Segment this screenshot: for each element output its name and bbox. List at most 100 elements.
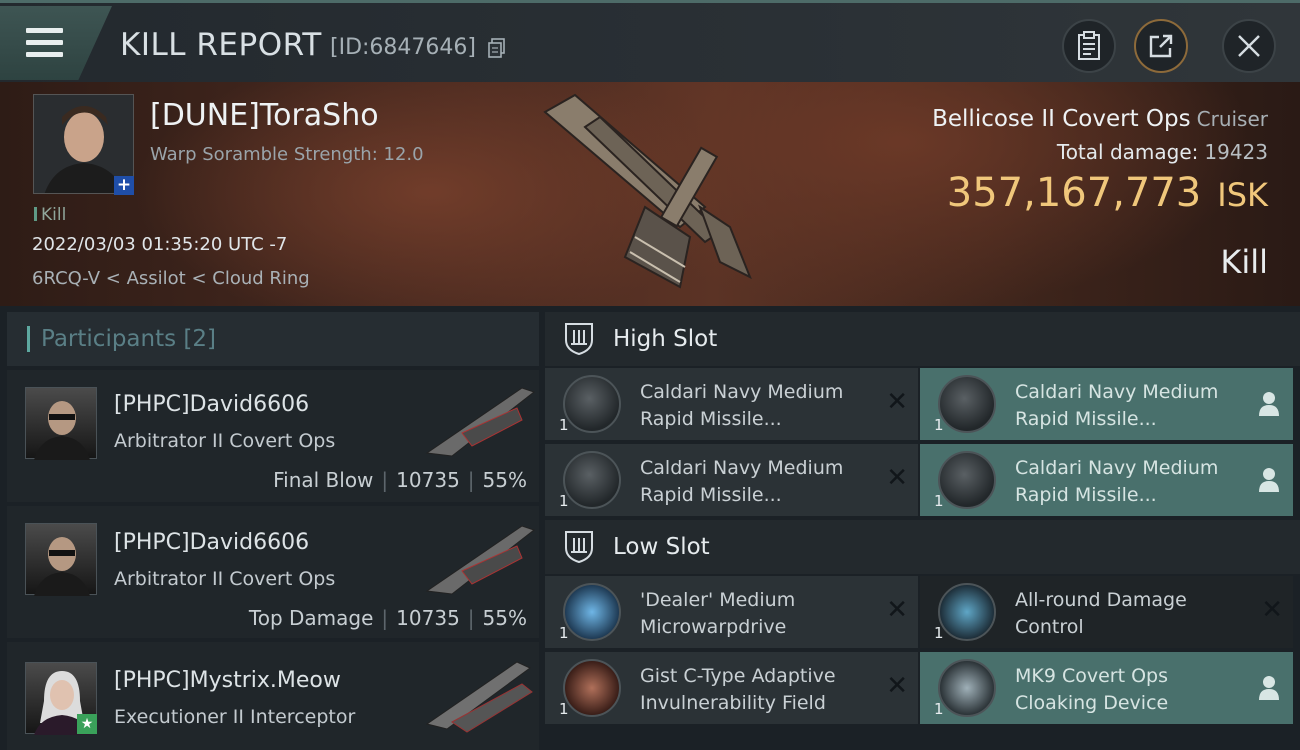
module-name-line1: Caldari Navy Medium <box>1015 381 1219 403</box>
victim-ship[interactable]: Bellicose II Covert Ops Cruiser <box>932 106 1268 132</box>
module-item[interactable]: 1 Caldari Navy Medium Rapid Missile... <box>920 444 1293 516</box>
module-name: All-round Damage Control <box>1015 587 1250 641</box>
x-icon: ✕ <box>886 387 908 417</box>
clipboard-icon <box>1078 31 1100 60</box>
victim-ship-image <box>543 93 752 289</box>
module-name-line1: All-round Damage <box>1015 589 1187 611</box>
share-icon <box>1149 34 1173 58</box>
missile-launcher-icon <box>938 451 996 509</box>
module-quantity: 1 <box>559 700 569 718</box>
module-name: 'Dealer' Medium Microwarpdrive <box>640 587 875 641</box>
person-icon <box>1259 676 1279 700</box>
participants-header: Participants [2] <box>7 312 539 366</box>
report-id: [ID:6847646] <box>330 35 476 60</box>
participant-name: [PHPC]Mystrix.Meow <box>114 668 341 693</box>
module-name-line2: Microwarpdrive <box>640 616 787 638</box>
module-item[interactable]: 1 MK9 Covert Ops Cloaking Device <box>920 652 1293 724</box>
participant-role: Top Damage <box>248 606 374 630</box>
shield-hardener-icon <box>563 659 621 717</box>
isk-value: 357,167,773 ISK <box>947 170 1268 216</box>
kill-location[interactable]: 6RCQ-V < Assilot < Cloud Ring <box>32 268 310 289</box>
module-name-line1: Caldari Navy Medium <box>640 457 844 479</box>
hamburger-icon <box>26 28 63 64</box>
participants-count: [2] <box>183 326 217 352</box>
module-item[interactable]: 1 Caldari Navy Medium Rapid Missile... <box>920 368 1293 440</box>
module-name: Caldari Navy Medium Rapid Missile... <box>1015 379 1250 433</box>
top-bar: KILL REPORT [ID:6847646] <box>0 0 1300 82</box>
module-name-line1: Gist C-Type Adaptive <box>640 665 836 687</box>
x-icon: ✕ <box>886 671 908 701</box>
victim-name[interactable]: [DUNE]ToraSho <box>150 98 379 133</box>
participant-ship-image <box>425 525 536 595</box>
module-item[interactable]: 1 Caldari Navy Medium Rapid Missile... ✕ <box>545 444 918 516</box>
menu-button[interactable] <box>0 6 112 80</box>
shield-icon <box>565 323 593 356</box>
participants-panel: Participants [2] [PHPC]David6606 Arbitra… <box>7 312 539 750</box>
fitting-panel: High Slot 1 Caldari Navy Medium Rapid Mis… <box>545 312 1300 750</box>
participant-name: [PHPC]David6606 <box>114 530 310 555</box>
module-name: Caldari Navy Medium Rapid Missile... <box>640 455 875 509</box>
warp-scramble-strength: Warp Soramble Strength: 12.0 <box>150 144 424 165</box>
missile-launcher-icon <box>938 375 996 433</box>
participant-role: Final Blow <box>273 468 374 492</box>
participant-row[interactable]: [PHPC]David6606 Arbitrator II Covert Ops… <box>7 370 539 502</box>
module-name: Caldari Navy Medium Rapid Missile... <box>1015 455 1250 509</box>
victim-ship-class: Cruiser <box>1196 107 1268 131</box>
module-name-line1: Caldari Navy Medium <box>640 381 844 403</box>
star-icon: ★ <box>77 714 97 734</box>
module-quantity: 1 <box>934 416 944 434</box>
module-name-line2: Rapid Missile... <box>1015 408 1157 430</box>
module-item[interactable]: 1 Gist C-Type Adaptive Invulnerability Fi… <box>545 652 918 724</box>
x-icon: ✕ <box>1261 595 1283 625</box>
low-slot-label: Low Slot <box>613 534 710 560</box>
kill-tag-label: Kill <box>41 205 67 225</box>
module-quantity: 1 <box>934 624 944 642</box>
copy-icon[interactable] <box>488 38 506 58</box>
module-name-line1: Caldari Navy Medium <box>1015 457 1219 479</box>
x-icon: ✕ <box>886 463 908 493</box>
module-name: MK9 Covert Ops Cloaking Device <box>1015 663 1250 717</box>
high-slot-header: High Slot <box>545 312 1300 366</box>
module-item[interactable]: 1 Caldari Navy Medium Rapid Missile... ✕ <box>545 368 918 440</box>
participant-row[interactable]: ★ [PHPC]Mystrix.Meow Executioner II Inte… <box>7 642 539 750</box>
module-quantity: 1 <box>934 700 944 718</box>
person-icon <box>1259 468 1279 492</box>
page-title: KILL REPORT <box>120 27 322 63</box>
participant-damage: 10735 <box>396 606 460 630</box>
close-button[interactable] <box>1222 19 1276 73</box>
share-button[interactable] <box>1134 19 1188 73</box>
isk-amount: 357,167,773 <box>946 170 1202 216</box>
module-quantity: 1 <box>559 416 569 434</box>
participant-stats: Top Damage | 10735 | 55% <box>248 606 527 630</box>
participant-ship-image <box>425 661 533 733</box>
total-damage-value: 19423 <box>1204 140 1268 164</box>
module-item[interactable]: 1 'Dealer' Medium Microwarpdrive ✕ <box>545 576 918 648</box>
module-item[interactable]: 1 All-round Damage Control ✕ <box>920 576 1293 648</box>
result-label: Kill <box>1220 243 1268 281</box>
cloaking-device-icon <box>938 659 996 717</box>
participant-ship: Arbitrator II Covert Ops <box>114 430 336 452</box>
participant-ship-image <box>425 387 536 457</box>
shield-icon <box>565 531 593 564</box>
module-name-line2: Rapid Missile... <box>1015 484 1157 506</box>
missile-launcher-icon <box>563 375 621 433</box>
participant-stats: Final Blow | 10735 | 55% <box>273 468 527 492</box>
isk-unit: ISK <box>1217 176 1268 214</box>
total-damage-label: Total damage: <box>1056 140 1199 164</box>
damage-control-icon <box>938 583 996 641</box>
module-name-line2: Rapid Missile... <box>640 484 782 506</box>
low-slot-header: Low Slot <box>545 520 1300 574</box>
participant-ship: Executioner II Interceptor <box>114 706 356 728</box>
microwarpdrive-icon <box>563 583 621 641</box>
add-contact-button[interactable]: + <box>114 176 134 195</box>
person-icon <box>1259 392 1279 416</box>
module-quantity: 1 <box>559 624 569 642</box>
participant-row[interactable]: [PHPC]David6606 Arbitrator II Covert Ops… <box>7 506 539 638</box>
clipboard-button[interactable] <box>1062 19 1116 73</box>
participant-percent: 55% <box>482 606 527 630</box>
close-icon <box>1238 35 1260 57</box>
avatar <box>25 387 97 460</box>
avatar <box>25 523 97 596</box>
participants-label: Participants <box>41 326 177 352</box>
module-name: Caldari Navy Medium Rapid Missile... <box>640 379 875 433</box>
